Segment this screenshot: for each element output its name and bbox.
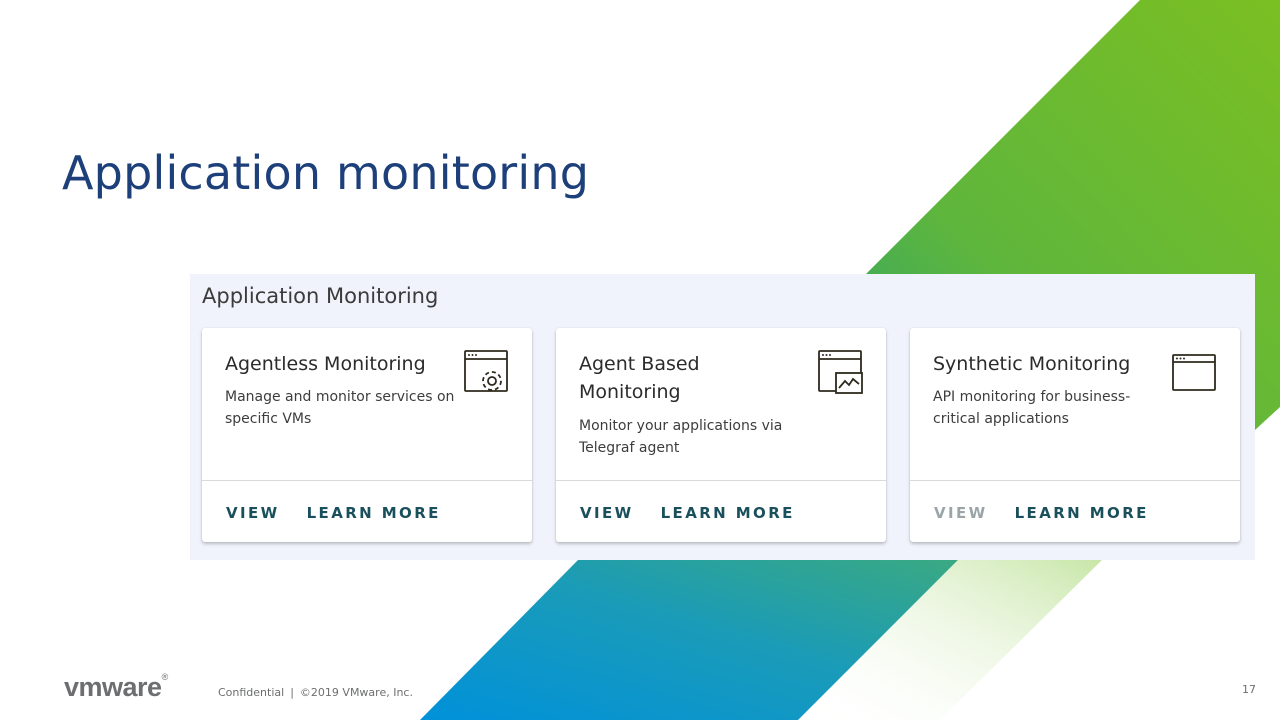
registered-mark: ®: [161, 672, 169, 682]
view-button[interactable]: VIEW: [226, 504, 280, 522]
footer-separator: |: [290, 686, 294, 699]
learn-more-button[interactable]: LEARN MORE: [661, 504, 795, 522]
card-actions: VIEW LEARN MORE: [934, 504, 1149, 522]
vmware-logo: vmware®: [64, 672, 168, 703]
application-monitoring-panel: Application Monitoring Agentless Monitor…: [190, 274, 1255, 560]
slide-title: Application monitoring: [62, 146, 590, 200]
card-actions: VIEW LEARN MORE: [580, 504, 795, 522]
logo-text: vmware: [64, 672, 162, 702]
window-icon: [1172, 354, 1216, 391]
card-title: Agentless Monitoring: [225, 353, 426, 375]
confidential-label: Confidential: [218, 686, 285, 699]
view-button[interactable]: VIEW: [580, 504, 634, 522]
card-title: Agent Based Monitoring: [579, 353, 700, 403]
page-number: 17: [1242, 683, 1256, 696]
card-synthetic-monitoring: Synthetic Monitoring API monitoring for …: [910, 328, 1240, 542]
learn-more-button[interactable]: LEARN MORE: [1015, 504, 1149, 522]
card-divider: [556, 480, 886, 481]
card-actions: VIEW LEARN MORE: [226, 504, 441, 522]
footer-text: Confidential | ©2019 VMware, Inc.: [218, 686, 413, 699]
window-gear-icon: [464, 350, 508, 392]
card-title: Synthetic Monitoring: [933, 353, 1131, 375]
panel-title: Application Monitoring: [202, 284, 439, 308]
card-divider: [202, 480, 532, 481]
card-agent-based-monitoring: Agent Based Monitoring Monitor your appl…: [556, 328, 886, 542]
card-divider: [910, 480, 1240, 481]
learn-more-button[interactable]: LEARN MORE: [307, 504, 441, 522]
card-description: Monitor your applications via Telegraf a…: [579, 418, 783, 456]
window-chart-icon: [818, 350, 863, 394]
view-button-disabled: VIEW: [934, 504, 988, 522]
card-description: API monitoring for business-critical app…: [933, 389, 1131, 427]
card-agentless-monitoring: Agentless Monitoring Manage and monitor …: [202, 328, 532, 542]
copyright-label: ©2019 VMware, Inc.: [299, 686, 413, 699]
card-description: Manage and monitor services on specific …: [225, 389, 455, 427]
